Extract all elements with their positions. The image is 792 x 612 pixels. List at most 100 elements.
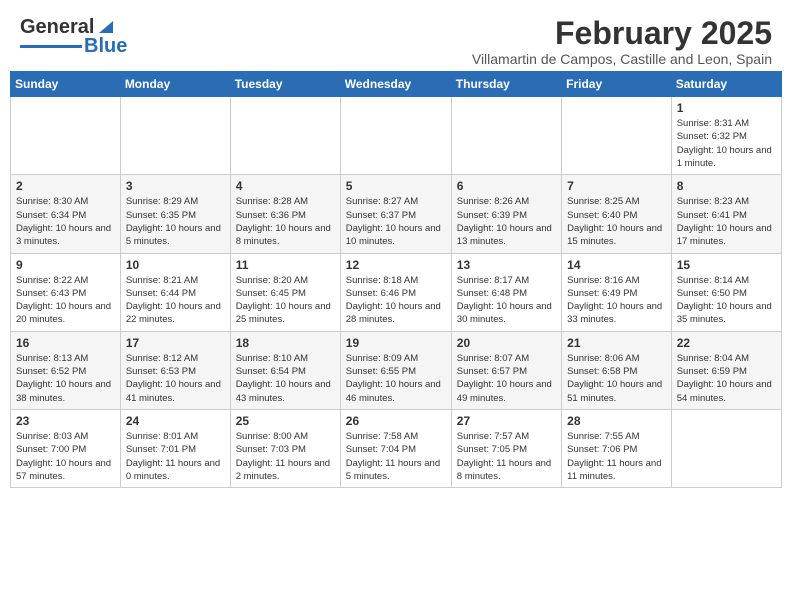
day-number: 14: [567, 258, 666, 272]
day-number: 6: [457, 179, 556, 193]
day-cell: 10 Sunrise: 8:21 AM Sunset: 6:44 PM Dayli…: [120, 253, 230, 331]
day-info: Sunrise: 8:04 AM Sunset: 6:59 PM Dayligh…: [677, 352, 776, 405]
day-cell: 22Sunrise: 8:04 AM Sunset: 6:59 PM Dayli…: [671, 331, 781, 409]
day-cell: 15 Sunrise: 8:14 AM Sunset: 6:50 PM Dayli…: [671, 253, 781, 331]
day-number: 3: [126, 179, 225, 193]
day-cell: 7 Sunrise: 8:25 AM Sunset: 6:40 PM Daylig…: [562, 175, 672, 253]
day-info: Sunrise: 8:28 AM Sunset: 6:36 PM Dayligh…: [236, 195, 335, 248]
day-info: Sunrise: 8:25 AM Sunset: 6:40 PM Dayligh…: [567, 195, 666, 248]
day-info: Sunrise: 8:26 AM Sunset: 6:39 PM Dayligh…: [457, 195, 556, 248]
day-cell: 14 Sunrise: 8:16 AM Sunset: 6:49 PM Dayli…: [562, 253, 672, 331]
day-cell: 11 Sunrise: 8:20 AM Sunset: 6:45 PM Dayli…: [230, 253, 340, 331]
day-number: 20: [457, 336, 556, 350]
day-number: 21: [567, 336, 666, 350]
weekday-header-sunday: Sunday: [11, 72, 121, 97]
day-info: Sunrise: 8:22 AM Sunset: 6:43 PM Dayligh…: [16, 274, 115, 327]
weekday-header-monday: Monday: [120, 72, 230, 97]
weekday-header-friday: Friday: [562, 72, 672, 97]
day-cell: 25 Sunrise: 8:00 AM Sunset: 7:03 PM Dayli…: [230, 409, 340, 487]
day-cell: 4 Sunrise: 8:28 AM Sunset: 6:36 PM Daylig…: [230, 175, 340, 253]
day-info: Sunrise: 8:00 AM Sunset: 7:03 PM Dayligh…: [236, 430, 335, 483]
weekday-header-thursday: Thursday: [451, 72, 561, 97]
day-info: Sunrise: 8:01 AM Sunset: 7:01 PM Dayligh…: [126, 430, 225, 483]
day-info: Sunrise: 7:55 AM Sunset: 7:06 PM Dayligh…: [567, 430, 666, 483]
logo: General Blue: [20, 16, 127, 58]
day-cell: 17Sunrise: 8:12 AM Sunset: 6:53 PM Dayli…: [120, 331, 230, 409]
header: General Blue February 2025 Villamartin d…: [0, 0, 792, 71]
calendar-table: SundayMondayTuesdayWednesdayThursdayFrid…: [10, 71, 782, 488]
calendar-wrapper: SundayMondayTuesdayWednesdayThursdayFrid…: [0, 71, 792, 498]
day-cell: [671, 409, 781, 487]
day-number: 11: [236, 258, 335, 272]
day-cell: 24 Sunrise: 8:01 AM Sunset: 7:01 PM Dayli…: [120, 409, 230, 487]
day-cell: 21 Sunrise: 8:06 AM Sunset: 6:58 PM Dayli…: [562, 331, 672, 409]
day-cell: [230, 97, 340, 175]
day-info: Sunrise: 8:21 AM Sunset: 6:44 PM Dayligh…: [126, 274, 225, 327]
day-number: 27: [457, 414, 556, 428]
day-cell: 12 Sunrise: 8:18 AM Sunset: 6:46 PM Dayli…: [340, 253, 451, 331]
day-number: 2: [16, 179, 115, 193]
day-number: 13: [457, 258, 556, 272]
month-year-title: February 2025: [472, 16, 772, 51]
day-number: 26: [346, 414, 446, 428]
day-info: Sunrise: 8:18 AM Sunset: 6:46 PM Dayligh…: [346, 274, 446, 327]
day-cell: [340, 97, 451, 175]
day-info: Sunrise: 7:58 AM Sunset: 7:04 PM Dayligh…: [346, 430, 446, 483]
weekday-header-row: SundayMondayTuesdayWednesdayThursdayFrid…: [11, 72, 782, 97]
day-cell: [11, 97, 121, 175]
weekday-header-tuesday: Tuesday: [230, 72, 340, 97]
day-info: Sunrise: 8:12 AM Sunset: 6:53 PM Dayligh…: [126, 352, 225, 405]
day-info: Sunrise: 8:27 AM Sunset: 6:37 PM Dayligh…: [346, 195, 446, 248]
day-number: 10: [126, 258, 225, 272]
day-cell: 13 Sunrise: 8:17 AM Sunset: 6:48 PM Dayli…: [451, 253, 561, 331]
day-cell: 16 Sunrise: 8:13 AM Sunset: 6:52 PM Dayli…: [11, 331, 121, 409]
week-row-5: 23Sunrise: 8:03 AM Sunset: 7:00 PM Dayli…: [11, 409, 782, 487]
day-cell: 23Sunrise: 8:03 AM Sunset: 7:00 PM Dayli…: [11, 409, 121, 487]
weekday-header-saturday: Saturday: [671, 72, 781, 97]
day-info: Sunrise: 8:13 AM Sunset: 6:52 PM Dayligh…: [16, 352, 115, 405]
day-info: Sunrise: 8:14 AM Sunset: 6:50 PM Dayligh…: [677, 274, 776, 327]
day-number: 12: [346, 258, 446, 272]
day-number: 19: [346, 336, 446, 350]
day-number: 15: [677, 258, 776, 272]
day-info: Sunrise: 8:10 AM Sunset: 6:54 PM Dayligh…: [236, 352, 335, 405]
day-cell: 20 Sunrise: 8:07 AM Sunset: 6:57 PM Dayli…: [451, 331, 561, 409]
week-row-1: 1Sunrise: 8:31 AM Sunset: 6:32 PM Daylig…: [11, 97, 782, 175]
day-number: 16: [16, 336, 115, 350]
day-cell: 19Sunrise: 8:09 AM Sunset: 6:55 PM Dayli…: [340, 331, 451, 409]
day-info: Sunrise: 8:20 AM Sunset: 6:45 PM Dayligh…: [236, 274, 335, 327]
day-number: 25: [236, 414, 335, 428]
day-info: Sunrise: 8:06 AM Sunset: 6:58 PM Dayligh…: [567, 352, 666, 405]
day-cell: 6 Sunrise: 8:26 AM Sunset: 6:39 PM Daylig…: [451, 175, 561, 253]
logo-underline: [20, 45, 82, 48]
week-row-4: 16 Sunrise: 8:13 AM Sunset: 6:52 PM Dayli…: [11, 331, 782, 409]
day-info: Sunrise: 8:16 AM Sunset: 6:49 PM Dayligh…: [567, 274, 666, 327]
day-number: 9: [16, 258, 115, 272]
day-number: 8: [677, 179, 776, 193]
day-info: Sunrise: 7:57 AM Sunset: 7:05 PM Dayligh…: [457, 430, 556, 483]
day-number: 7: [567, 179, 666, 193]
day-cell: [562, 97, 672, 175]
day-number: 5: [346, 179, 446, 193]
day-cell: 3 Sunrise: 8:29 AM Sunset: 6:35 PM Daylig…: [120, 175, 230, 253]
day-info: Sunrise: 8:07 AM Sunset: 6:57 PM Dayligh…: [457, 352, 556, 405]
page: General Blue February 2025 Villamartin d…: [0, 0, 792, 498]
day-cell: 2 Sunrise: 8:30 AM Sunset: 6:34 PM Daylig…: [11, 175, 121, 253]
day-info: Sunrise: 8:29 AM Sunset: 6:35 PM Dayligh…: [126, 195, 225, 248]
week-row-3: 9 Sunrise: 8:22 AM Sunset: 6:43 PM Daylig…: [11, 253, 782, 331]
day-number: 24: [126, 414, 225, 428]
weekday-header-wednesday: Wednesday: [340, 72, 451, 97]
day-info: Sunrise: 8:23 AM Sunset: 6:41 PM Dayligh…: [677, 195, 776, 248]
day-cell: 9 Sunrise: 8:22 AM Sunset: 6:43 PM Daylig…: [11, 253, 121, 331]
day-cell: 28Sunrise: 7:55 AM Sunset: 7:06 PM Dayli…: [562, 409, 672, 487]
day-info: Sunrise: 8:17 AM Sunset: 6:48 PM Dayligh…: [457, 274, 556, 327]
day-info: Sunrise: 8:30 AM Sunset: 6:34 PM Dayligh…: [16, 195, 115, 248]
day-number: 4: [236, 179, 335, 193]
location-subtitle: Villamartin de Campos, Castille and Leon…: [472, 51, 772, 67]
day-number: 1: [677, 101, 776, 115]
day-info: Sunrise: 8:03 AM Sunset: 7:00 PM Dayligh…: [16, 430, 115, 483]
logo-blue-text: Blue: [84, 35, 127, 58]
day-number: 18: [236, 336, 335, 350]
day-cell: 18 Sunrise: 8:10 AM Sunset: 6:54 PM Dayli…: [230, 331, 340, 409]
logo-triangle-icon: [95, 15, 117, 37]
